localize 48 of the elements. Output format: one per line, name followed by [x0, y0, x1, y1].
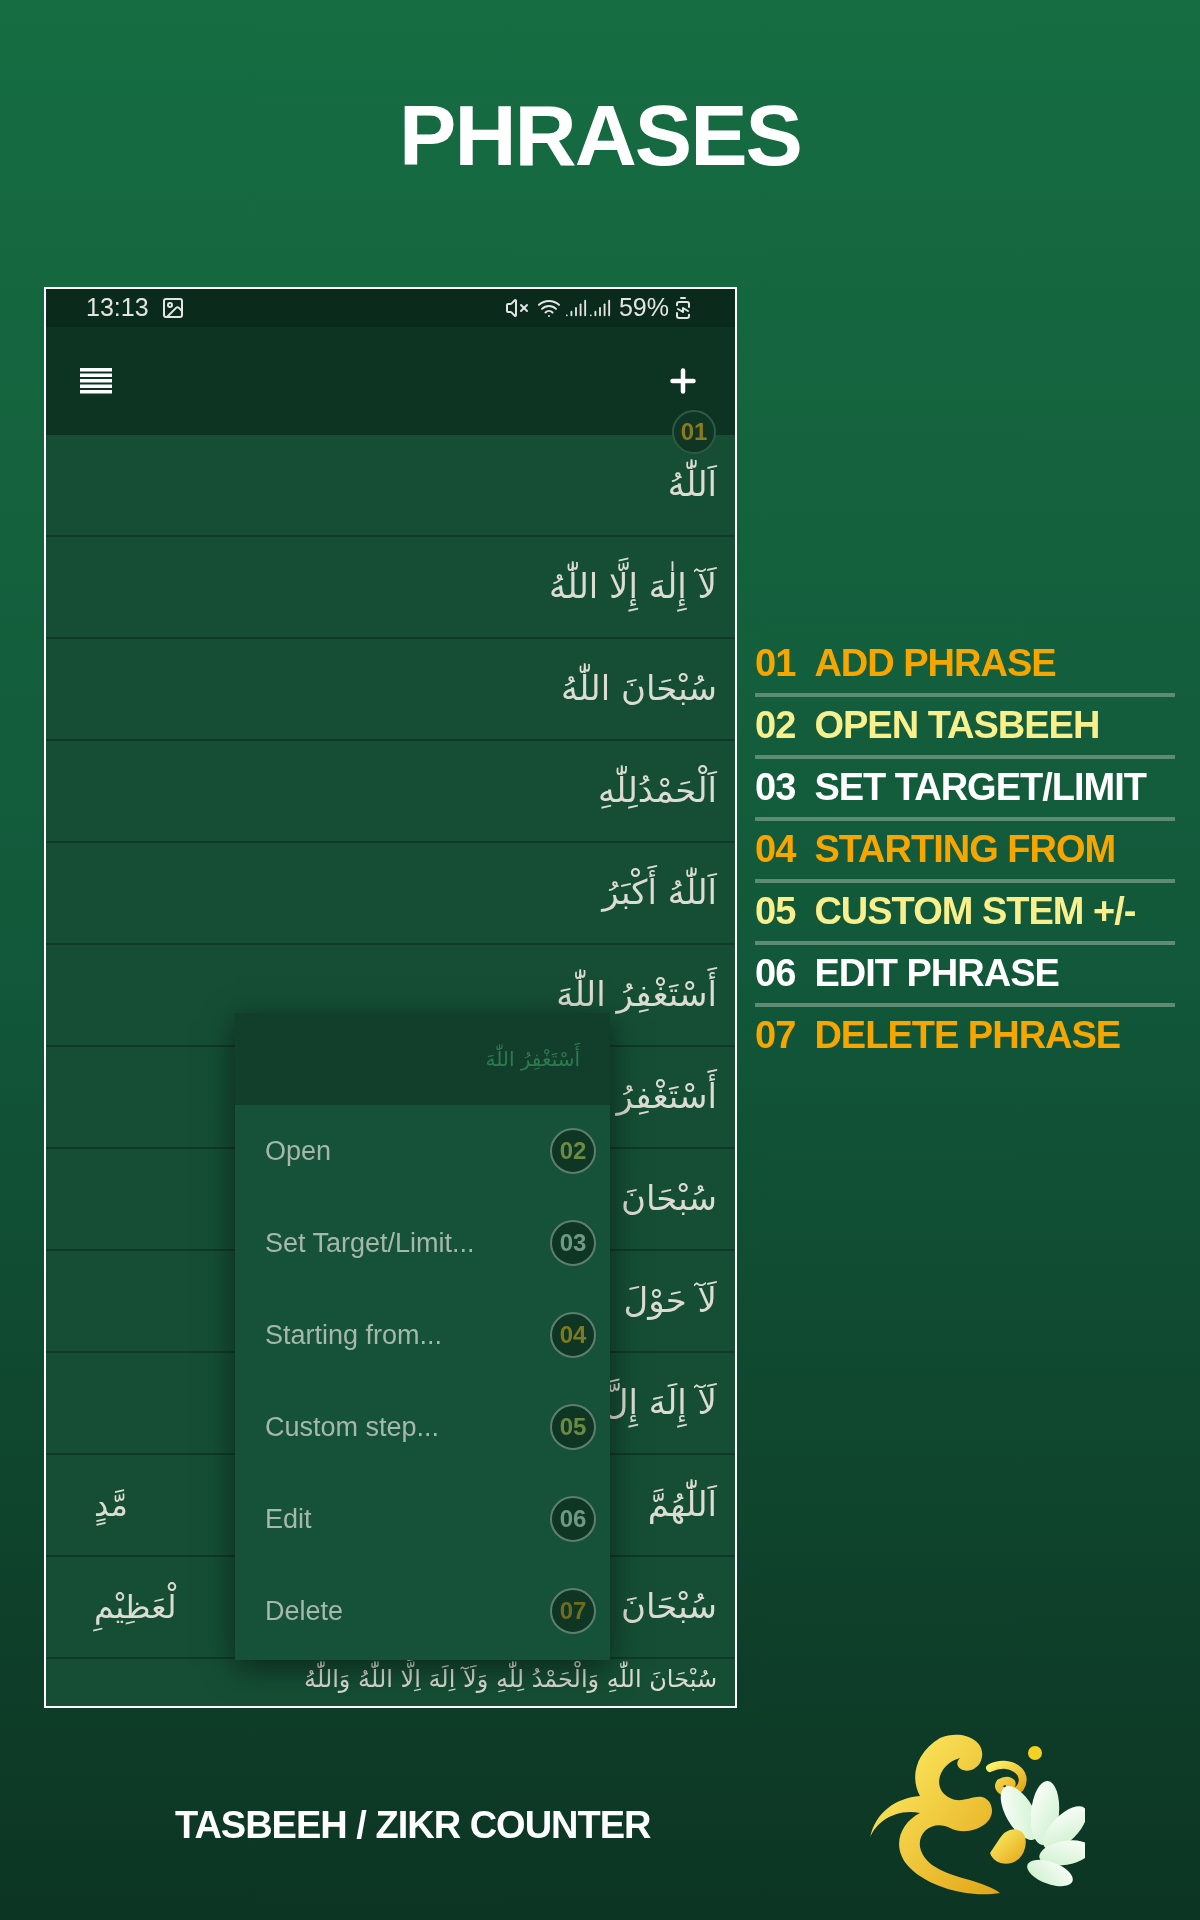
phrase-row[interactable]: سُبْحَانَ اللّٰهُ — [46, 638, 735, 741]
phrase-text: سُبْحَانَ — [620, 1585, 717, 1628]
phrase-row[interactable]: لَآ إِلٰهَ إِلَّا اللّٰهُ — [46, 536, 735, 639]
menu-item-label: Open — [265, 1134, 332, 1168]
legend-item: 04 STARTING FROM — [755, 829, 1116, 871]
phrase-text: لَآ حَوْلَ — [623, 1279, 717, 1322]
phrase-text: أَسْتَغْفِرُ — [616, 1071, 717, 1122]
menu-item-label: Delete — [265, 1594, 344, 1628]
app-name: TASBEEH / ZIKR COUNTER — [175, 1803, 651, 1848]
phrase-text: لْعَظِيْمِ — [94, 1582, 177, 1631]
status-time: 13:13 — [86, 292, 149, 323]
menu-item-label: Starting from... — [265, 1318, 443, 1352]
menu-item-label: Set Target/Limit... — [265, 1226, 475, 1260]
phrase-text: اَلْحَمْدُلِلّٰهِ — [597, 765, 717, 816]
phrase-text: مَّدٍ — [94, 1484, 128, 1528]
menu-item[interactable]: Open 02 — [235, 1105, 610, 1197]
menu-title: أَسْتَغْفِرُ اللّٰهَ — [485, 1044, 580, 1074]
step-badge: 04 — [550, 1312, 596, 1358]
legend-item: 01 ADD PHRASE — [755, 643, 1056, 685]
step-badge: 03 — [550, 1220, 596, 1266]
menu-item[interactable]: Custom step... 05 — [235, 1381, 610, 1473]
legend-item: 05 CUSTOM STEM +/- — [755, 891, 1136, 933]
phrase-text: أَسْتَغْفِرُ اللّٰهَ — [556, 969, 717, 1020]
phrase-text: اَللّٰهُ — [667, 459, 717, 510]
menu-icon[interactable] — [80, 367, 112, 394]
step-badge: 06 — [550, 1496, 596, 1542]
image-icon — [160, 295, 185, 320]
phrase-text: سُبْحَانَ اللّٰهُ — [560, 663, 717, 714]
menu-item-label: Custom step... — [265, 1410, 440, 1444]
legend-item: 03 SET TARGET/LIMIT — [755, 767, 1146, 809]
legend-item: 02 OPEN TASBEEH — [755, 705, 1100, 747]
page-title: PHRASES — [399, 86, 801, 185]
step-badge: 05 — [550, 1404, 596, 1450]
phrase-text: اَللّٰهُ أَكْبَرُ — [602, 867, 717, 918]
step-badge: 02 — [550, 1128, 596, 1174]
phrase-row[interactable]: اَللّٰهُ أَكْبَرُ — [46, 842, 735, 945]
menu-item[interactable]: Edit 06 — [235, 1473, 610, 1565]
menu-item[interactable]: Set Target/Limit... 03 — [235, 1197, 610, 1289]
phrase-text: سُبْحَانَ — [620, 1177, 717, 1220]
phrase-row[interactable]: اَلْحَمْدُلِلّٰهِ — [46, 740, 735, 843]
step-badge: 07 — [550, 1588, 596, 1634]
battery-percent: 59% — [618, 292, 669, 323]
phrase-text: اَللّٰهُمَّ — [647, 1479, 717, 1530]
legend-item: 06 EDIT PHRASE — [755, 953, 1059, 995]
menu-item[interactable]: Delete 07 — [235, 1565, 610, 1657]
menu-item-label: Edit — [265, 1502, 312, 1536]
menu-item[interactable]: Starting from... 04 — [235, 1289, 610, 1381]
legend-item: 07 DELETE PHRASE — [755, 1015, 1121, 1057]
